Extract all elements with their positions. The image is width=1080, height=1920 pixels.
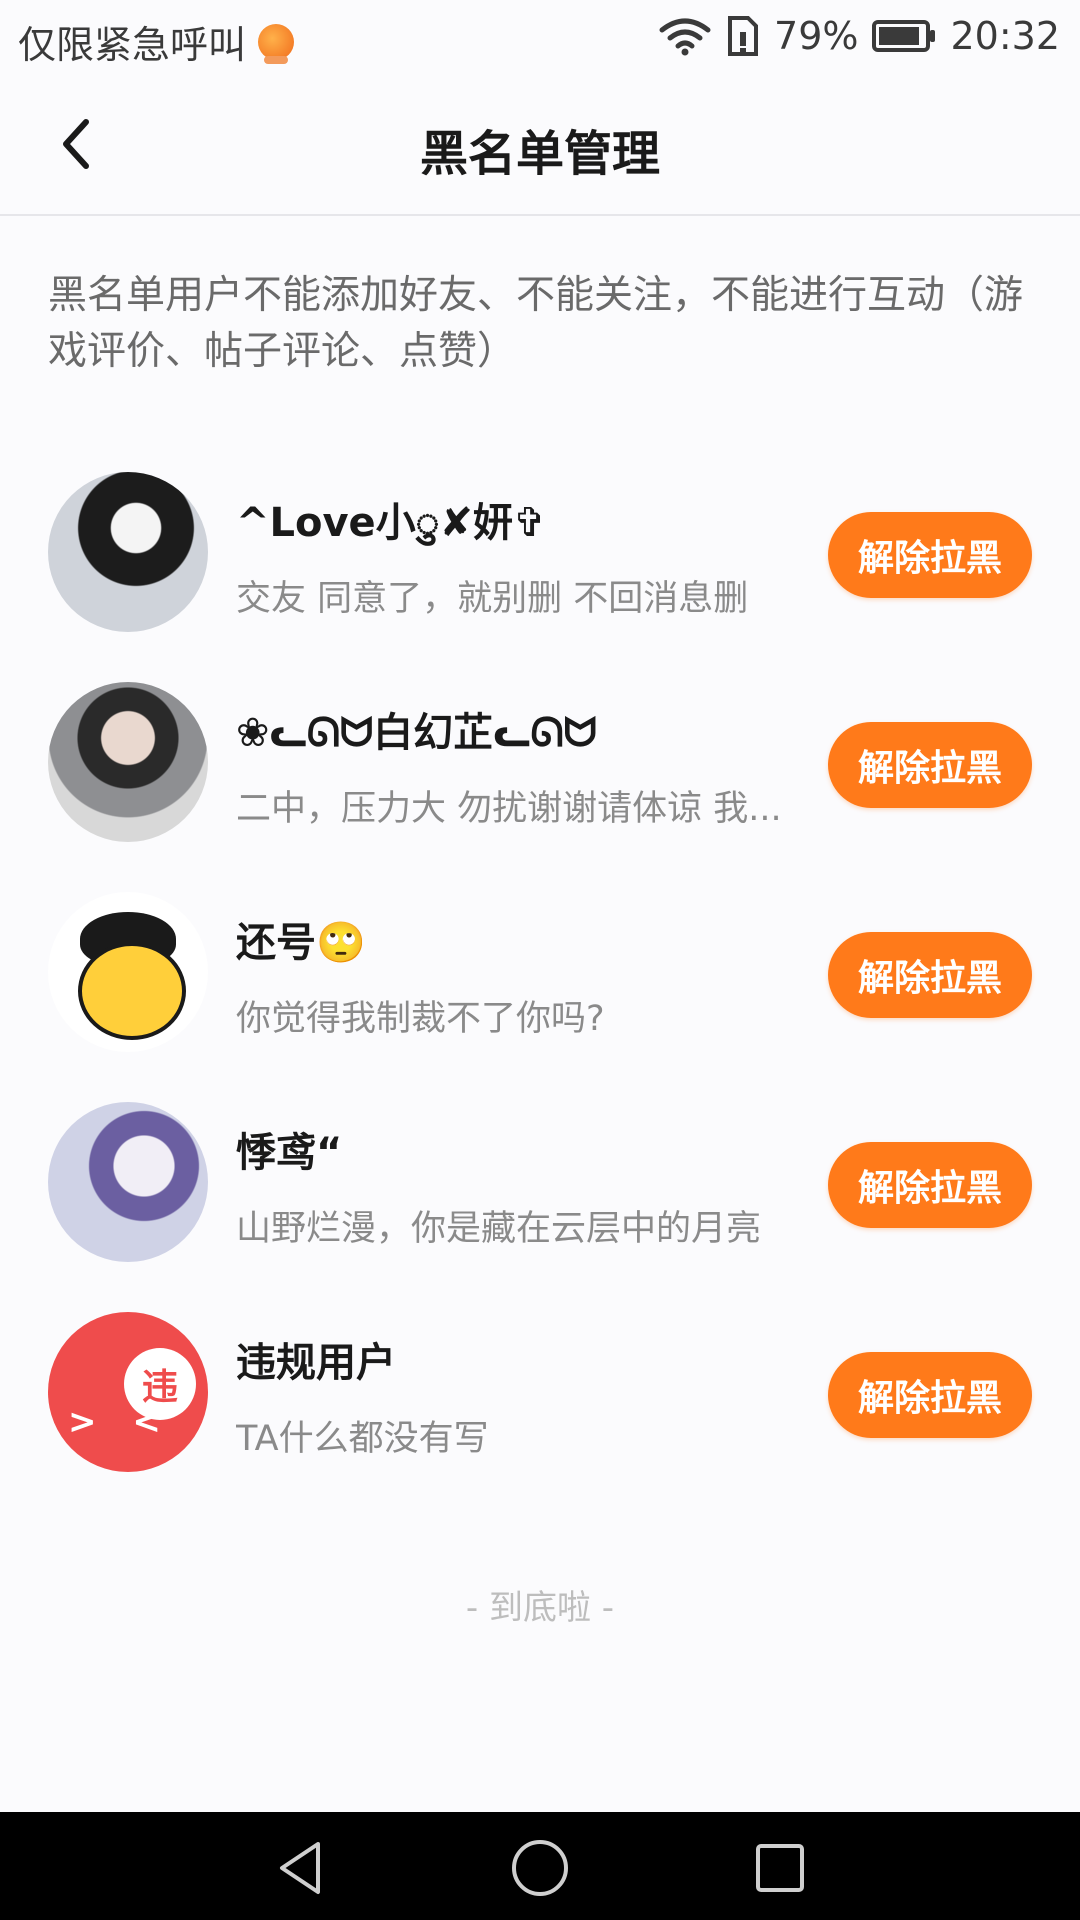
blacklist-notice: 黑名单用户不能添加好友、不能关注，不能进行互动（游戏评价、帖子评论、点赞） bbox=[48, 273, 1024, 374]
page-title: 黑名单管理 bbox=[419, 126, 660, 182]
avatar[interactable] bbox=[48, 1102, 208, 1262]
user-name[interactable]: 还号🙄 bbox=[236, 910, 796, 968]
status-bar: 仅限紧急呼叫 79% 20:32 bbox=[0, 0, 1080, 74]
system-nav-bar bbox=[0, 1812, 1080, 1920]
status-right: 79% 20:32 bbox=[644, 14, 1060, 58]
user-bio: 二中，压力大 勿扰谢谢请体谅 我... bbox=[236, 789, 782, 829]
home-circle-icon[interactable] bbox=[508, 1836, 572, 1900]
carrier-text: 仅限紧急呼叫 bbox=[18, 23, 247, 67]
user-name[interactable]: 悸鸢“ bbox=[236, 1120, 796, 1178]
user-bio: 交友 同意了，就别删 不回消息删 bbox=[236, 579, 749, 619]
emoji-face-shape bbox=[78, 942, 186, 1040]
wifi-icon bbox=[659, 18, 711, 56]
battery-percent: 79% bbox=[774, 14, 859, 58]
unblock-button[interactable]: 解除拉黑 bbox=[828, 722, 1032, 808]
status-left: 仅限紧急呼叫 bbox=[18, 14, 295, 69]
back-triangle-icon[interactable] bbox=[270, 1836, 334, 1900]
unblock-button[interactable]: 解除拉黑 bbox=[828, 1352, 1032, 1438]
avatar[interactable]: 违 > < bbox=[48, 1312, 208, 1472]
user-name[interactable]: ^Love小ु✘妍✞ bbox=[236, 490, 796, 548]
app-badge-icon bbox=[258, 23, 295, 64]
avatar[interactable] bbox=[48, 682, 208, 842]
avatar[interactable] bbox=[48, 472, 208, 632]
unblock-button[interactable]: 解除拉黑 bbox=[828, 1142, 1032, 1228]
recent-square-icon[interactable] bbox=[748, 1836, 812, 1900]
clock: 20:32 bbox=[950, 14, 1060, 58]
nav-bar: 黑名单管理 bbox=[0, 74, 1080, 216]
user-bio: TA什么都没有写 bbox=[236, 1419, 489, 1459]
blocked-user-row: 还号🙄 你觉得我制裁不了你吗? 解除拉黑 bbox=[0, 880, 1080, 1090]
user-name[interactable]: ❀ᓚᘏᗢ白幻芷ᓚᘏᗢ bbox=[236, 700, 796, 758]
avatar[interactable] bbox=[48, 892, 208, 1052]
user-bio: 山野烂漫，你是藏在云层中的月亮 bbox=[236, 1209, 762, 1249]
blocked-user-row: 违 > < 违规用户 TA什么都没有写 解除拉黑 bbox=[0, 1300, 1080, 1510]
blacklist-screen: 仅限紧急呼叫 79% 20:32 黑名单管理 黑名单用户不能添加好友、不能关注，… bbox=[0, 0, 1080, 1920]
user-bio: 你觉得我制裁不了你吗? bbox=[236, 999, 605, 1039]
blocked-user-row: 悸鸢“ 山野烂漫，你是藏在云层中的月亮 解除拉黑 bbox=[0, 1090, 1080, 1300]
end-of-list-text: - 到底啦 - bbox=[465, 1588, 615, 1628]
unblock-button[interactable]: 解除拉黑 bbox=[828, 932, 1032, 1018]
user-name[interactable]: 违规用户 bbox=[236, 1330, 796, 1388]
blocked-user-list: ^Love小ु✘妍✞ 交友 同意了，就别删 不回消息删 解除拉黑 ❀ᓚᘏᗢ白幻芷… bbox=[0, 460, 1080, 1510]
unblock-button[interactable]: 解除拉黑 bbox=[828, 512, 1032, 598]
face-eyes: > < bbox=[68, 1402, 173, 1442]
blocked-user-row: ^Love小ु✘妍✞ 交友 同意了，就别删 不回消息删 解除拉黑 bbox=[0, 460, 1080, 670]
sim-icon bbox=[728, 16, 759, 56]
battery-icon bbox=[872, 20, 936, 52]
blocked-user-row: ❀ᓚᘏᗢ白幻芷ᓚᘏᗢ 二中，压力大 勿扰谢谢请体谅 我... 解除拉黑 bbox=[0, 670, 1080, 880]
